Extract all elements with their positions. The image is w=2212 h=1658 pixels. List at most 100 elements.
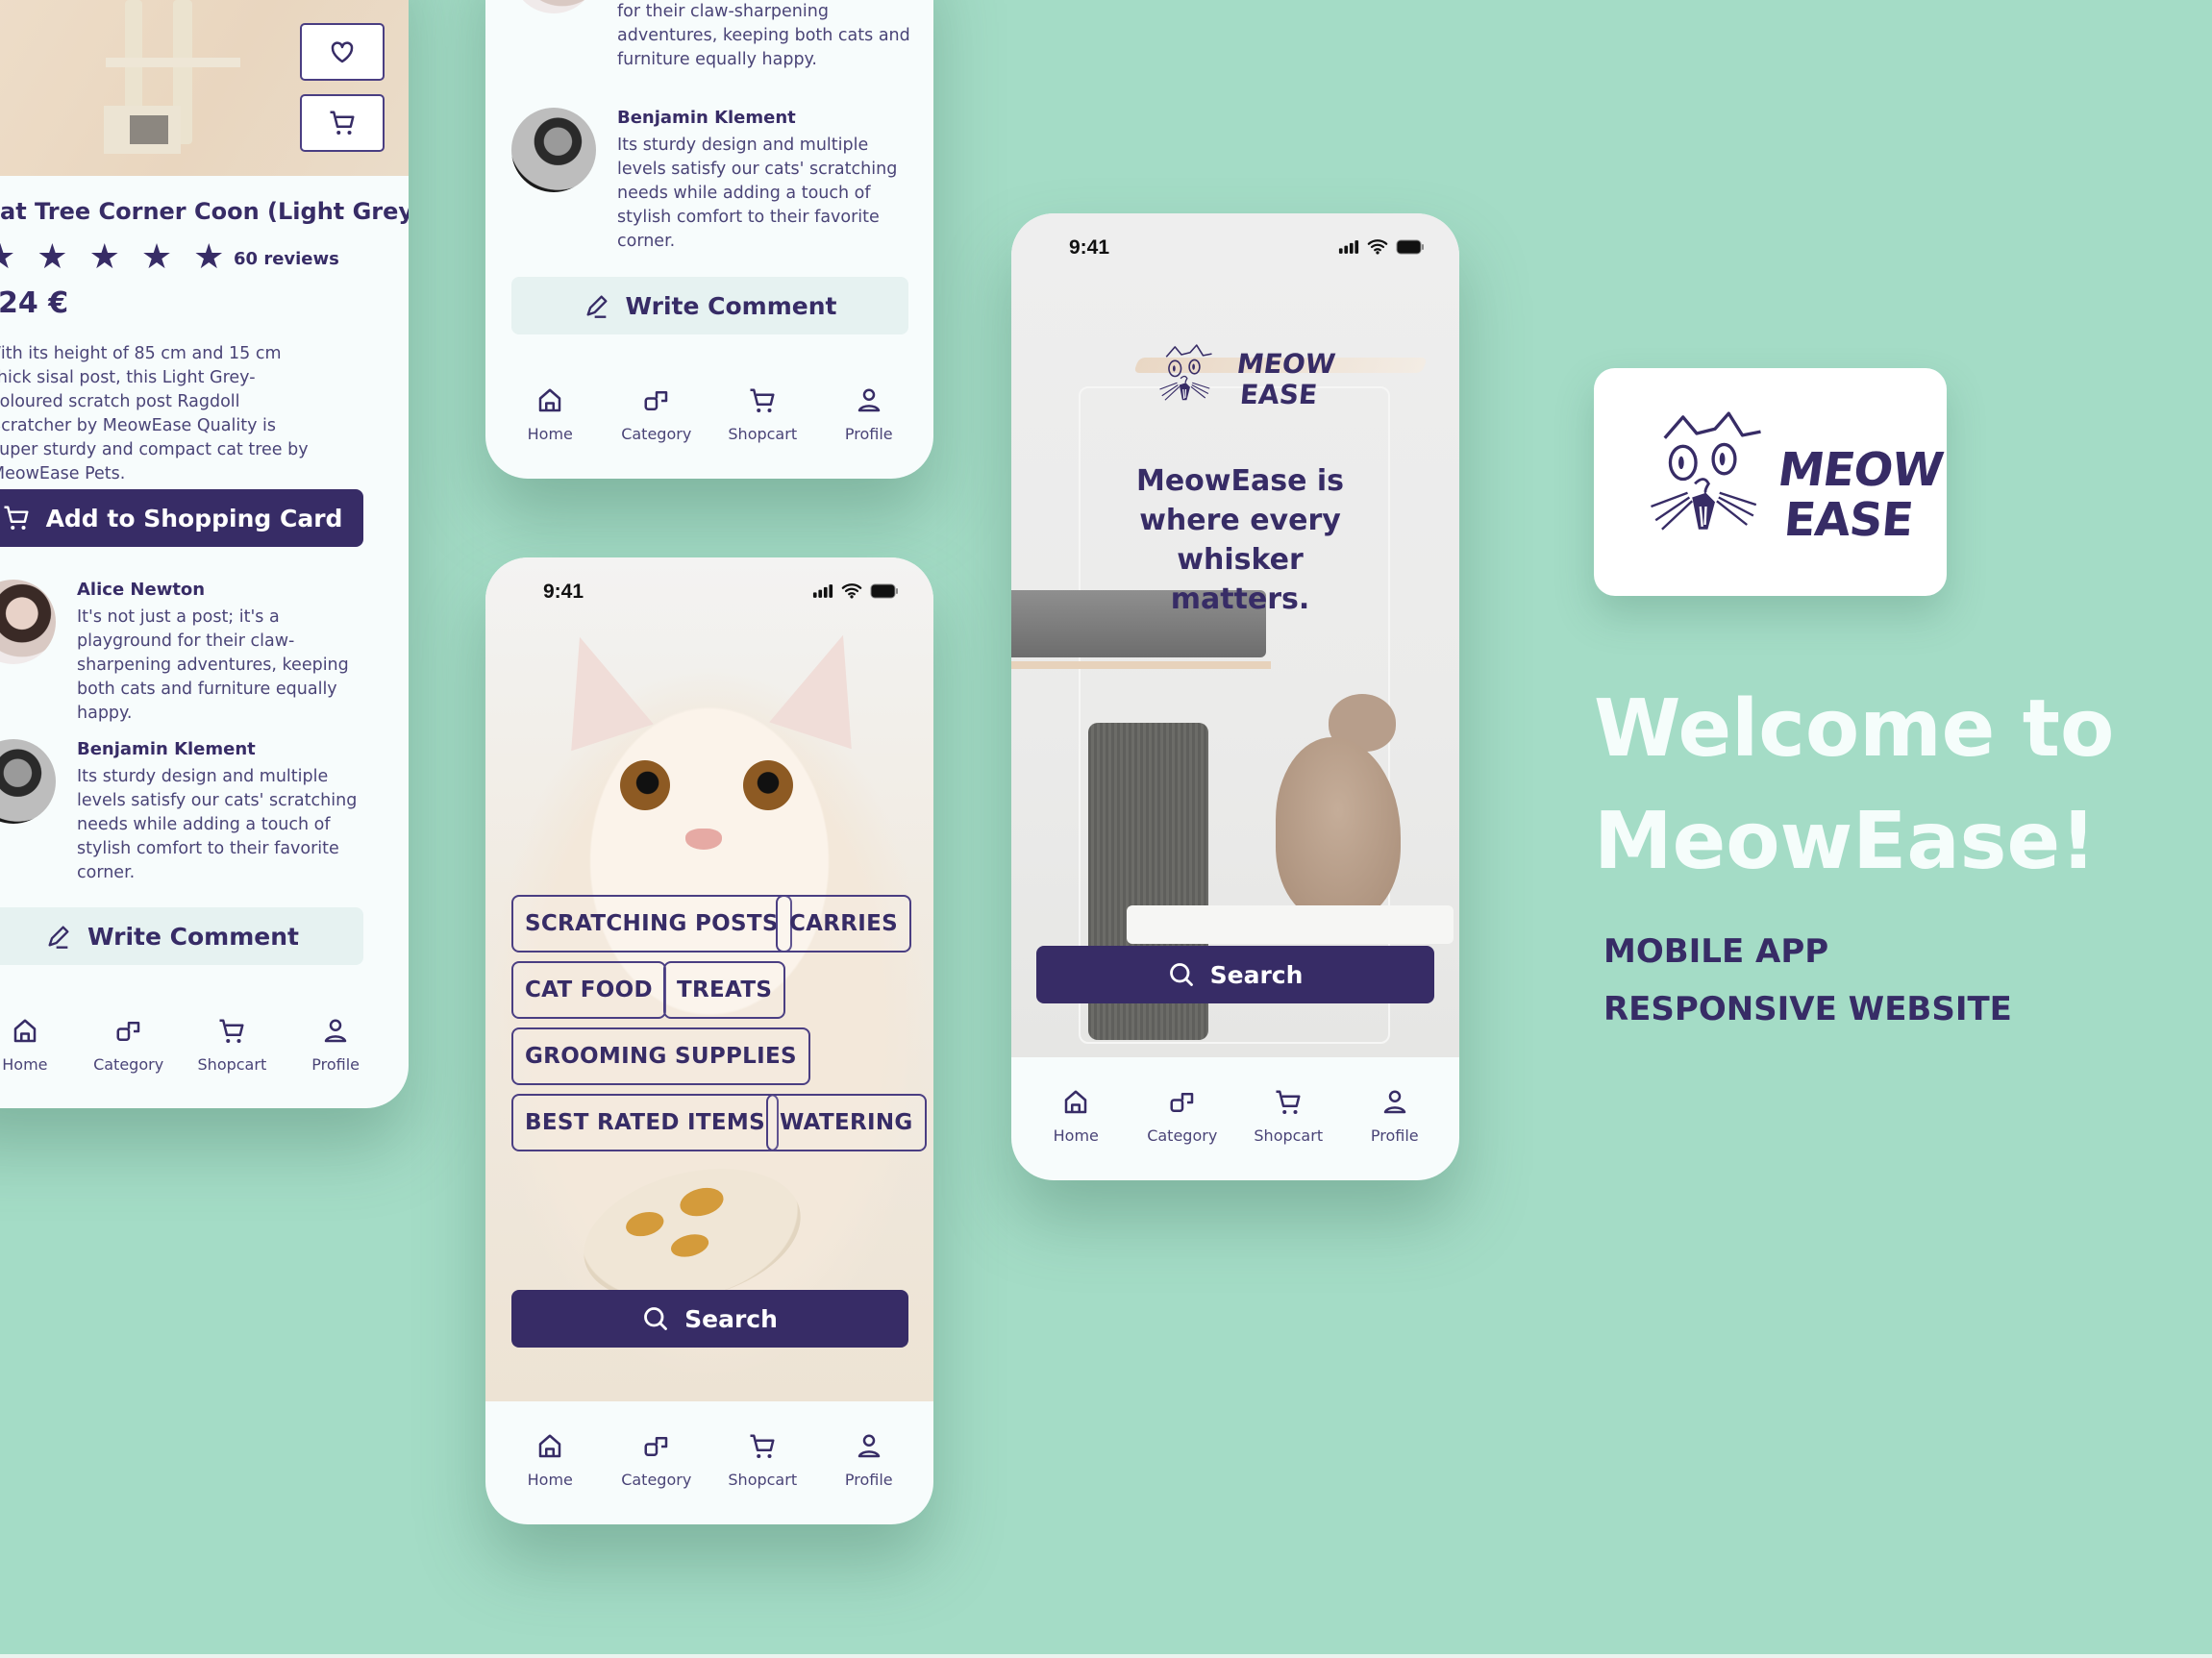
cart-icon: [748, 1432, 777, 1461]
nav-home[interactable]: Home: [497, 1432, 603, 1489]
home-screen: 9:41 MEOW EASE MeowEase is where every w…: [1011, 213, 1459, 1180]
product-title: at Tree Corner Coon (Light Grey): [0, 198, 409, 225]
search-icon: [642, 1305, 669, 1332]
product-image: [0, 0, 409, 176]
review-item: Alice Newton It's not just a post; it's …: [0, 580, 375, 726]
avatar: [511, 0, 596, 13]
bottom-nav: Home Category Shopcart Profile: [485, 386, 933, 443]
rating-stars: ★ ★ ★ ★ ★: [0, 238, 224, 277]
reviews-screen: for their claw-sharpening adventures, ke…: [485, 0, 933, 479]
tagline: MeowEase is where every whisker matters.: [1135, 464, 1345, 616]
headline-line-1: Welcome to: [1594, 683, 2115, 775]
nav-profile[interactable]: Profile: [816, 1432, 922, 1489]
signal-icon: [812, 583, 833, 598]
nav-shopcart[interactable]: Shopcart: [1235, 1088, 1341, 1145]
cart-icon: [1274, 1088, 1303, 1117]
product-description: With its height of 85 cm and 15 cm thick…: [0, 344, 309, 483]
review-text: Its sturdy design and multiple levels sa…: [617, 136, 898, 251]
chip-carries[interactable]: CARRIES: [776, 895, 912, 953]
add-to-shopping-card-button[interactable]: Add to Shopping Card: [0, 489, 363, 547]
signal-icon: [1338, 239, 1359, 254]
headline-line-2: MeowEase!: [1594, 796, 2097, 887]
product-price: 24 €: [0, 286, 69, 320]
bottom-nav: Home Category Shopcart Profile: [0, 1017, 399, 1074]
nav-category[interactable]: Category: [1130, 1088, 1235, 1145]
logo-text-ease: EASE: [1781, 493, 1915, 547]
cat-nose: [685, 829, 722, 850]
chip-best-rated-items[interactable]: BEST RATED ITEMS: [511, 1094, 779, 1151]
cart-icon: [328, 109, 357, 137]
nav-profile[interactable]: Profile: [816, 386, 922, 443]
cat-tree-illustration: [96, 0, 240, 154]
profile-icon: [1380, 1088, 1409, 1117]
category-icon: [642, 386, 671, 415]
chip-watering[interactable]: WATERING: [766, 1094, 927, 1151]
home-icon: [535, 1432, 564, 1461]
nav-category[interactable]: Category: [77, 1017, 181, 1074]
home-icon: [1061, 1088, 1090, 1117]
cart-icon: [217, 1017, 246, 1046]
cat-ear-right: [769, 621, 884, 750]
nav-profile[interactable]: Profile: [1342, 1088, 1448, 1145]
wifi-icon: [841, 582, 862, 599]
logo-text-ease: EASE: [1238, 379, 1319, 410]
logo-text-meow: MEOW: [1234, 348, 1338, 380]
search-button[interactable]: Search: [511, 1290, 908, 1348]
profile-icon: [855, 1432, 883, 1461]
status-bar: 9:41: [485, 557, 933, 615]
tag-responsive-website: RESPONSIVE WEBSITE: [1603, 990, 2012, 1028]
nav-category[interactable]: Category: [604, 386, 709, 443]
cat-ear-left: [538, 623, 654, 752]
search-label: Search: [1209, 960, 1304, 989]
category-screen: 9:41 SCRATCHING POSTS CARRIES CAT FOOD T…: [485, 557, 933, 1524]
bottom-nav: Home Category Shopcart Profile: [485, 1432, 933, 1489]
star-icon: ★: [37, 237, 68, 277]
reviews-count[interactable]: 60 reviews: [234, 249, 339, 269]
product-detail-screen: at Tree Corner Coon (Light Grey) ★ ★ ★ ★ ★ 6…: [0, 0, 409, 1108]
cat-eye-right: [743, 760, 793, 810]
chip-grooming-supplies[interactable]: GROOMING SUPPLIES: [511, 1027, 810, 1085]
pencil-icon: [584, 292, 610, 319]
nav-profile[interactable]: Profile: [284, 1017, 387, 1074]
profile-icon: [855, 386, 883, 415]
cart-icon: [748, 386, 777, 415]
floor-shelf: [1127, 905, 1454, 944]
profile-icon: [321, 1017, 350, 1046]
star-icon: ★: [88, 237, 120, 277]
pencil-icon: [45, 923, 72, 950]
reviewer-name: Alice Newton: [77, 580, 206, 600]
chip-treats[interactable]: TREATS: [663, 961, 786, 1019]
nav-shopcart[interactable]: Shopcart: [709, 386, 815, 443]
review-text: Its sturdy design and multiple levels sa…: [77, 767, 358, 882]
chip-cat-food[interactable]: CAT FOOD: [511, 961, 666, 1019]
reviewer-name: Benjamin Klement: [77, 739, 256, 759]
add-to-cart-icon-button[interactable]: [300, 94, 385, 152]
home-icon: [535, 386, 564, 415]
favorite-button[interactable]: [300, 23, 385, 81]
nav-home[interactable]: Home: [497, 386, 603, 443]
cat-logo-icon: [1156, 319, 1242, 425]
search-icon: [1168, 961, 1195, 988]
nav-home[interactable]: Home: [0, 1017, 77, 1074]
review-item: Benjamin Klement Its sturdy design and m…: [0, 739, 375, 885]
review-item: Benjamin Klement Its sturdy design and m…: [511, 108, 915, 254]
avatar: [0, 739, 56, 824]
star-icon: ★: [193, 237, 225, 277]
nav-category[interactable]: Category: [604, 1432, 709, 1489]
cat-bed-shelf: [1011, 661, 1271, 669]
search-button[interactable]: Search: [1036, 946, 1434, 1003]
battery-icon: [870, 583, 899, 599]
star-icon: ★: [140, 237, 173, 277]
nav-shopcart[interactable]: Shopcart: [181, 1017, 285, 1074]
write-comment-button[interactable]: Write Comment: [0, 907, 363, 965]
sitting-cat: [1237, 694, 1429, 934]
status-time: 9:41: [543, 581, 584, 603]
nav-home[interactable]: Home: [1023, 1088, 1129, 1145]
nav-shopcart[interactable]: Shopcart: [709, 1432, 815, 1489]
bottom-edge: [0, 1654, 2212, 1658]
welcome-headline: Welcome to MeowEase!: [1594, 673, 2114, 898]
bottom-nav: Home Category Shopcart Profile: [1011, 1088, 1459, 1145]
write-comment-button[interactable]: Write Comment: [511, 277, 908, 334]
chip-scratching-posts[interactable]: SCRATCHING POSTS: [511, 895, 792, 953]
search-label: Search: [684, 1304, 778, 1333]
